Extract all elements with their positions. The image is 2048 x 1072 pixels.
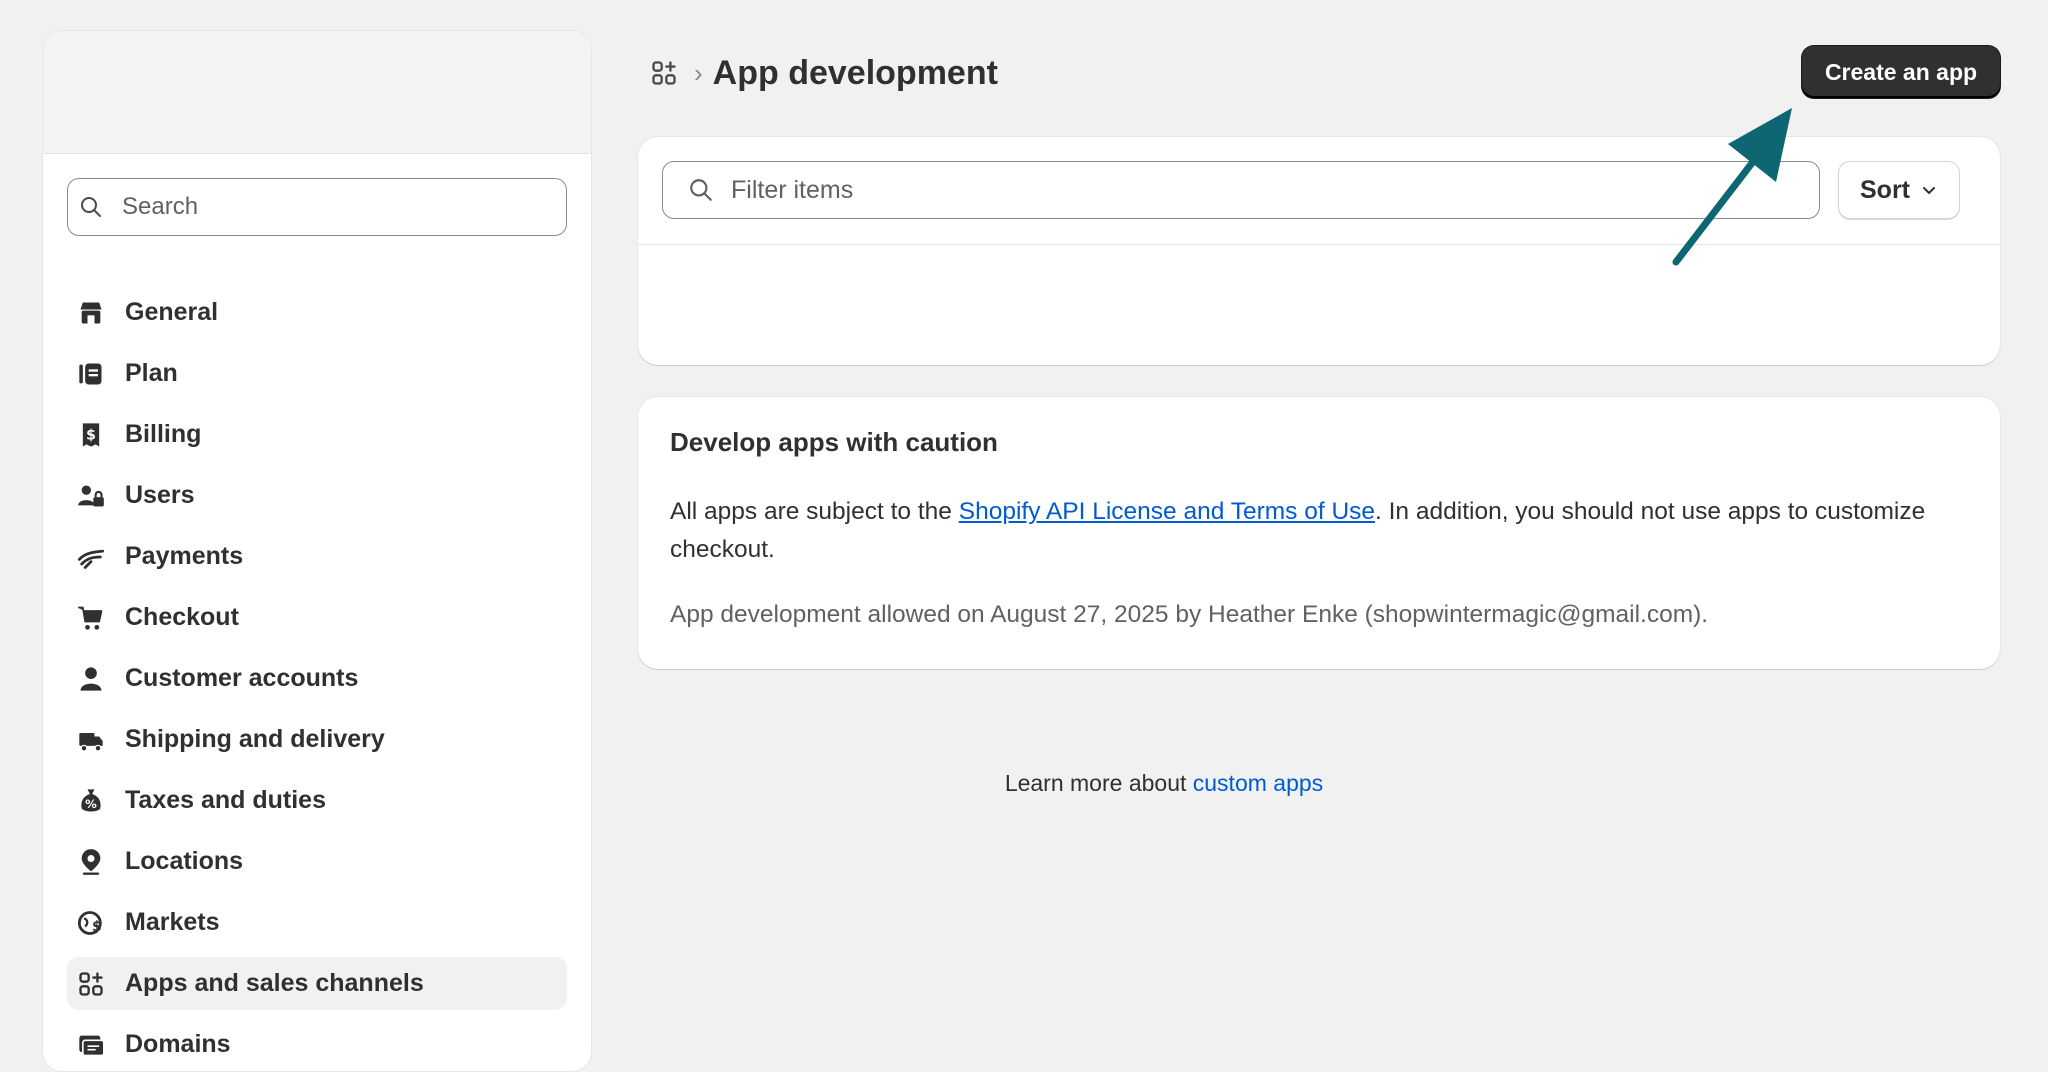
breadcrumb-separator: ›	[694, 57, 703, 88]
sidebar-item-label: Customer accounts	[125, 664, 359, 692]
svg-text:$: $	[92, 919, 102, 935]
svg-text:%: %	[85, 797, 97, 811]
caution-text: All apps are subject to the Shopify API …	[670, 493, 1970, 569]
sidebar-item-checkout[interactable]: Checkout	[67, 591, 567, 644]
caution-card: Develop apps with caution All apps are s…	[638, 397, 2000, 669]
sort-button[interactable]: Sort	[1838, 161, 1960, 219]
truck-icon	[75, 724, 107, 756]
sidebar-item-locations[interactable]: Locations	[67, 835, 567, 888]
sidebar-search-input[interactable]: Search	[67, 178, 567, 236]
annotation-arrow-icon	[1672, 108, 1792, 266]
breadcrumb: › App development	[648, 50, 998, 96]
sidebar-item-label: Domains	[125, 1030, 231, 1058]
sidebar-item-domains[interactable]: Domains	[67, 1018, 567, 1071]
domains-icon	[75, 1029, 107, 1061]
sidebar-item-label: Billing	[125, 420, 202, 448]
sidebar-item-label: Payments	[125, 542, 244, 570]
sidebar-item-general[interactable]: General	[67, 286, 567, 339]
sidebar-nav: General Plan $ Billing Users Payments Ch…	[67, 286, 567, 1071]
location-icon	[75, 846, 107, 878]
chevron-down-icon	[1920, 181, 1938, 199]
sidebar-item-customer-accounts[interactable]: Customer accounts	[67, 652, 567, 705]
sidebar-item-apps-and-sales-channels[interactable]: Apps and sales channels	[67, 957, 567, 1010]
sidebar-header	[43, 31, 591, 154]
users-icon	[75, 480, 107, 512]
api-license-link[interactable]: Shopify API License and Terms of Use	[959, 498, 1375, 525]
search-icon	[687, 176, 715, 204]
filter-placeholder: Filter items	[731, 175, 854, 204]
sidebar-item-users[interactable]: Users	[67, 469, 567, 522]
sidebar-item-label: Shipping and delivery	[125, 725, 385, 753]
sidebar-item-label: Plan	[125, 359, 178, 387]
sidebar-item-label: Checkout	[125, 603, 239, 631]
settings-sidebar: Search General Plan $ Billing Users Paym…	[42, 30, 592, 1072]
payments-icon	[75, 541, 107, 573]
sidebar-item-markets[interactable]: $ Markets	[67, 896, 567, 949]
sidebar-item-label: General	[125, 298, 219, 326]
sidebar-item-label: Apps and sales channels	[125, 969, 424, 997]
sort-label: Sort	[1860, 175, 1910, 204]
sidebar-item-label: Locations	[125, 847, 244, 875]
plan-icon	[75, 358, 107, 390]
sidebar-item-shipping[interactable]: Shipping and delivery	[67, 713, 567, 766]
apps-icon	[75, 968, 107, 1000]
caution-title: Develop apps with caution	[670, 427, 998, 457]
caution-text-prefix: All apps are subject to the	[670, 498, 959, 525]
search-icon	[78, 194, 104, 220]
sidebar-item-billing[interactable]: $ Billing	[67, 408, 567, 461]
create-an-app-button[interactable]: Create an app	[1802, 46, 2000, 98]
sidebar-search-placeholder: Search	[122, 193, 199, 220]
filter-items-input[interactable]: Filter items	[662, 161, 1820, 219]
store-icon	[75, 297, 107, 329]
person-icon	[75, 663, 107, 695]
svg-text:$: $	[86, 427, 96, 443]
sidebar-item-plan[interactable]: Plan	[67, 347, 567, 400]
development-allowed-note: App development allowed on August 27, 20…	[670, 601, 1709, 628]
sidebar-item-payments[interactable]: Payments	[67, 530, 567, 583]
learn-more-prefix: Learn more about	[1004, 770, 1193, 796]
learn-more-footer: Learn more about custom apps	[0, 770, 2048, 797]
globe-icon: $	[75, 907, 107, 939]
sidebar-item-label: Markets	[125, 908, 220, 936]
billing-icon: $	[75, 419, 107, 451]
sidebar-item-label: Users	[125, 481, 195, 509]
apps-icon[interactable]	[648, 57, 680, 89]
page-title: App development	[712, 53, 998, 92]
cart-icon	[75, 602, 107, 634]
custom-apps-link[interactable]: custom apps	[1193, 770, 1323, 796]
